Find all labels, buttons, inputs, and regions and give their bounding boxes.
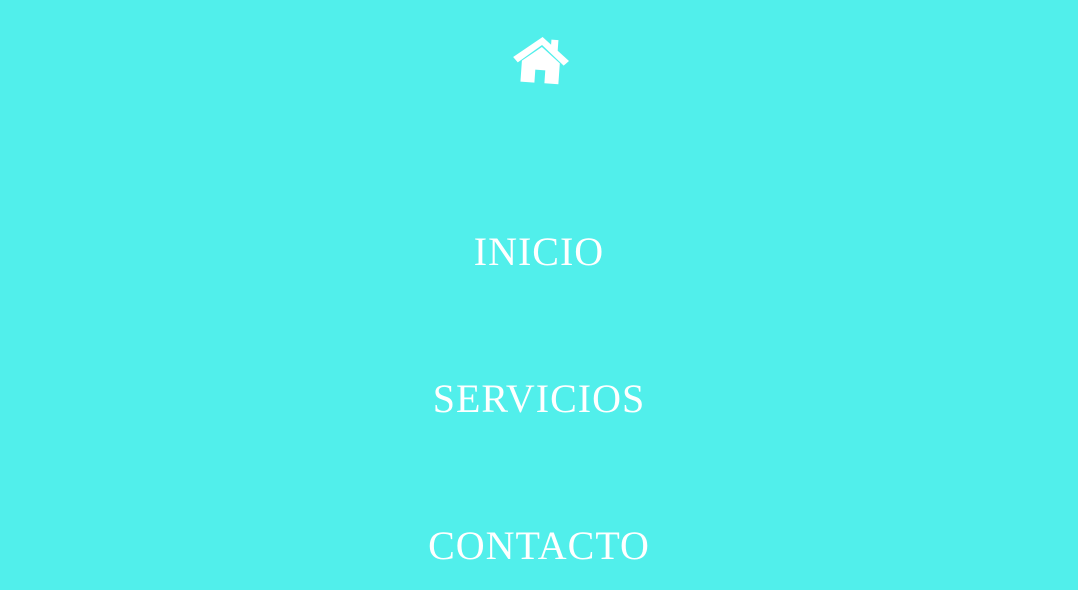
nav-item-inicio[interactable]: INICIO — [0, 228, 1078, 276]
home-icon — [510, 34, 572, 86]
menu-screen: INICIO SERVICIOS CONTACTO — [0, 0, 1078, 590]
nav-item-servicios[interactable]: SERVICIOS — [0, 375, 1078, 423]
home-button[interactable] — [510, 34, 572, 86]
nav-item-contacto[interactable]: CONTACTO — [0, 522, 1078, 570]
